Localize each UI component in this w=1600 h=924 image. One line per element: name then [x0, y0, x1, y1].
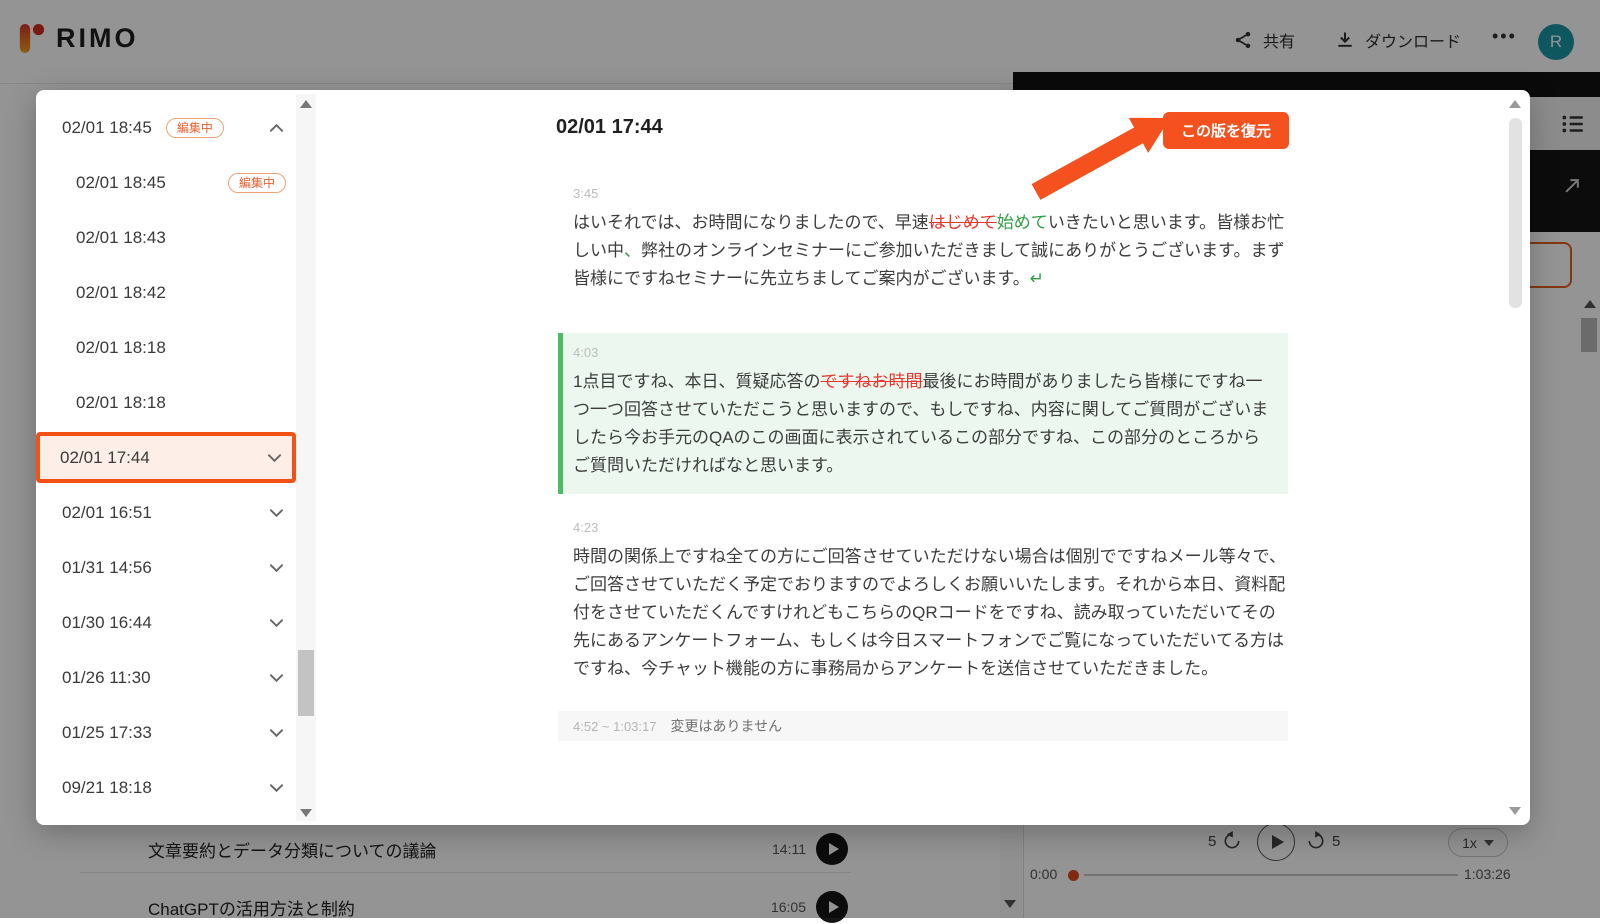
version-label: 02/01 18:42 [76, 283, 166, 303]
scroll-up-icon[interactable] [1509, 100, 1521, 108]
version-label: 01/30 16:44 [62, 613, 152, 633]
diff-block: 3:45 はいそれでは、お時間になりましたので、早速はじめて始めていきたいと思いま… [558, 186, 1288, 293]
version-item[interactable]: 02/01 18:43 [38, 210, 294, 265]
diff-blocks: 3:45 はいそれでは、お時間になりましたので、早速はじめて始めていきたいと思いま… [558, 186, 1288, 741]
chevron-down-icon[interactable] [269, 508, 284, 518]
segment-del: ですねお時間 [820, 372, 922, 391]
version-list: 02/01 18:45 編集中 02/01 18:45 編集中 02/01 18:43 0… [36, 100, 296, 815]
segment-del: はじめて [929, 213, 997, 232]
editing-badge: 編集中 [166, 118, 224, 138]
no-change-label: 変更はありません [671, 716, 783, 736]
version-label: 01/25 17:33 [62, 723, 152, 743]
version-history-modal: 02/01 18:45 編集中 02/01 18:45 編集中 02/01 18:43 0… [36, 90, 1530, 825]
chevron-down-icon[interactable] [269, 783, 284, 793]
editing-badge: 編集中 [228, 173, 286, 193]
version-item[interactable]: 01/25 17:33 [38, 705, 294, 760]
version-item[interactable]: 02/01 16:51 [38, 485, 294, 540]
block-timestamp: 4:03 [573, 345, 1272, 360]
sidebar-scrollbar-thumb[interactable] [298, 650, 314, 716]
version-item[interactable]: 02/01 18:45 編集中 [38, 155, 294, 210]
segment-add: ↵ [1030, 269, 1044, 288]
version-label: 02/01 18:45 [62, 118, 152, 138]
diff-block: 4:23 時間の関係上ですね全ての方にご回答させていただけない場合は個別でですねメ… [558, 520, 1288, 683]
version-label: 09/21 18:18 [62, 778, 152, 798]
restore-version-button[interactable]: この版を復元 [1163, 112, 1289, 149]
time-range: 4:52 ~ 1:03:17 [573, 719, 657, 734]
version-item[interactable]: 02/01 17:44 [36, 432, 296, 483]
version-label: 02/01 18:18 [76, 393, 166, 413]
version-item[interactable]: 02/01 18:18 [38, 375, 294, 430]
diff-block-added: 4:03 1点目ですね、本日、質疑応答のですねお時間最後にお時間がありましたら皆様… [558, 333, 1288, 494]
block-timestamp: 3:45 [573, 186, 1288, 201]
chevron-down-icon[interactable] [269, 563, 284, 573]
scroll-down-icon[interactable] [1509, 807, 1521, 815]
segment-normal: はいそれでは、お時間になりましたので、早速 [573, 213, 929, 232]
version-label: 02/01 18:43 [76, 228, 166, 248]
version-item[interactable]: 09/21 18:18 [38, 760, 294, 815]
chevron-down-icon[interactable] [269, 728, 284, 738]
segment-add: 始めて [997, 213, 1048, 232]
no-change-row: 4:52 ~ 1:03:17 変更はありません [558, 711, 1288, 741]
version-label: 02/01 17:44 [60, 448, 150, 468]
version-detail-panel: 02/01 17:44 この版を復元 3:45 はいそれでは、お時間になりましたの… [318, 90, 1530, 825]
version-item[interactable]: 02/01 18:18 [38, 320, 294, 375]
chevron-down-icon[interactable] [269, 618, 284, 628]
version-item[interactable]: 02/01 18:45 編集中 [38, 100, 294, 155]
segment-add: 、 [624, 241, 641, 260]
version-label: 02/01 18:45 [76, 173, 166, 193]
main-scrollbar-thumb[interactable] [1509, 118, 1522, 308]
version-label: 01/26 11:30 [62, 668, 151, 688]
scroll-up-icon[interactable] [300, 100, 312, 108]
version-label: 02/01 18:18 [76, 338, 166, 358]
block-text: 1点目ですね、本日、質疑応答のですねお時間最後にお時間がありましたら皆様にですね… [573, 368, 1272, 480]
segment-normal: 1点目ですね、本日、質疑応答の [573, 372, 820, 391]
version-label: 02/01 16:51 [62, 503, 152, 523]
chevron-up-icon[interactable] [269, 123, 284, 133]
version-sidebar: 02/01 18:45 編集中 02/01 18:45 編集中 02/01 18:43 0… [36, 90, 318, 825]
version-item[interactable]: 02/01 18:42 [38, 265, 294, 320]
version-title: 02/01 17:44 [556, 116, 663, 139]
version-item[interactable]: 01/30 16:44 [38, 595, 294, 650]
scroll-down-icon[interactable] [300, 809, 312, 817]
block-timestamp: 4:23 [573, 520, 1288, 535]
block-text: はいそれでは、お時間になりましたので、早速はじめて始めていきたいと思います。皆様… [573, 209, 1288, 293]
annotation-arrow [1028, 100, 1178, 202]
chevron-down-icon[interactable] [267, 453, 282, 463]
segment-normal: 弊社のオンラインセミナーにご参加いただきまして誠にありがとうございます。まず皆様… [573, 241, 1284, 288]
version-label: 01/31 14:56 [62, 558, 152, 578]
version-item[interactable]: 01/26 11:30 [38, 650, 294, 705]
chevron-down-icon[interactable] [269, 673, 284, 683]
version-item[interactable]: 01/31 14:56 [38, 540, 294, 595]
block-text: 時間の関係上ですね全ての方にご回答させていただけない場合は個別でですねメール等々… [573, 543, 1288, 683]
segment-normal: 時間の関係上ですね全ての方にご回答させていただけない場合は個別でですねメール等々… [573, 547, 1286, 678]
